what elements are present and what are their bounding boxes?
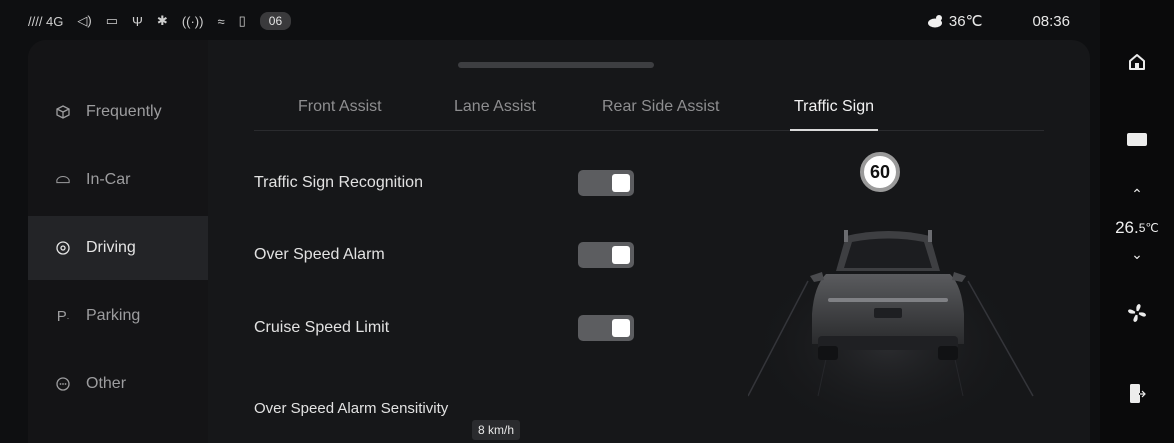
toggle-knob: [612, 319, 630, 337]
tab-traffic-sign[interactable]: Traffic Sign: [789, 98, 879, 131]
toggle-knob: [612, 246, 630, 264]
menu-item-parking[interactable]: P. Parking: [28, 284, 208, 348]
traffic-sign-recognition-toggle[interactable]: [578, 170, 634, 196]
exit-button[interactable]: [1100, 380, 1174, 408]
screen-icon: [1127, 133, 1147, 146]
weather-icon: [927, 15, 942, 28]
menu-item-label: In-Car: [86, 171, 131, 188]
menu-item-frequently[interactable]: Frequently: [28, 80, 208, 144]
climate-temp-value: 26.: [1115, 218, 1139, 237]
wifi-icon: ≈: [217, 13, 225, 29]
status-bar: //// 4G ◁) ▭ Ψ ✱ ((·)) ≈ ▯ 06 36℃ 08:36: [0, 0, 1090, 40]
settings-panel: Frequently In-Car Driving P. Parking Oth…: [28, 40, 1090, 443]
hotspot-icon: ((·)): [181, 13, 204, 29]
menu-item-label: Frequently: [86, 103, 162, 120]
panel-drag-handle[interactable]: [458, 62, 654, 68]
screen-button[interactable]: [1100, 128, 1174, 152]
right-control-rail: ⌃ 26. 5℃ ⌄: [1100, 0, 1174, 443]
phone-icon: ▯: [238, 13, 246, 28]
temp-up-button[interactable]: ⌃: [1100, 186, 1174, 202]
car-rear-image: [748, 230, 1034, 431]
usb-icon: Ψ: [132, 13, 143, 29]
over-speed-alarm-toggle[interactable]: [578, 242, 634, 268]
over-speed-alarm-label: Over Speed Alarm: [254, 246, 385, 263]
menu-item-label: Driving: [86, 239, 136, 256]
fan-icon: [1128, 304, 1146, 322]
temp-down-button[interactable]: ⌄: [1100, 246, 1174, 262]
home-icon: [1129, 54, 1145, 70]
cube-icon: [56, 105, 70, 119]
home-button[interactable]: [1100, 48, 1174, 76]
bluetooth-icon: ✱: [156, 13, 168, 28]
menu-item-driving[interactable]: Driving: [28, 216, 208, 280]
tab-bar: Front Assist Lane Assist Rear Side Assis…: [254, 90, 1044, 131]
menu-item-other[interactable]: Other: [28, 352, 208, 416]
fan-button[interactable]: [1100, 300, 1174, 326]
car-outline-icon: [56, 173, 70, 187]
signal-indicator: //// 4G: [28, 13, 64, 29]
media-icon: ▭: [105, 13, 119, 28]
cruise-speed-limit-label: Cruise Speed Limit: [254, 319, 390, 336]
climate-temp-unit: 5℃: [1138, 221, 1159, 235]
tab-front-assist[interactable]: Front Assist: [298, 98, 382, 116]
menu-item-in-car[interactable]: In-Car: [28, 148, 208, 212]
side-menu: Frequently In-Car Driving P. Parking Oth…: [28, 40, 208, 443]
chevron-down-icon: ⌄: [1131, 245, 1143, 262]
toggle-knob: [612, 174, 630, 192]
car-illustration: 60: [748, 146, 1038, 436]
over-speed-alarm-sensitivity-label: Over Speed Alarm Sensitivity: [254, 400, 449, 417]
menu-item-label: Other: [86, 375, 127, 392]
chevron-up-icon: ⌃: [1131, 185, 1143, 202]
sensitivity-value-tooltip: 8 km/h: [472, 420, 521, 440]
notification-badge[interactable]: 06: [259, 12, 292, 30]
clock: 08:36: [1032, 12, 1070, 30]
tab-lane-assist[interactable]: Lane Assist: [454, 98, 536, 116]
exit-icon: [1130, 384, 1147, 403]
weather-temp: 36℃: [948, 13, 983, 30]
more-icon: [56, 377, 70, 391]
climate-temperature: 26. 5℃: [1100, 216, 1174, 240]
traffic-sign-recognition-label: Traffic Sign Recognition: [254, 174, 423, 191]
menu-item-label: Parking: [86, 307, 141, 324]
weather-indicator: 36℃: [927, 12, 983, 30]
cruise-speed-limit-toggle[interactable]: [578, 315, 634, 341]
tab-rear-side-assist[interactable]: Rear Side Assist: [602, 98, 719, 116]
steering-wheel-icon: [56, 241, 70, 255]
volume-icon: ◁): [77, 13, 92, 28]
parking-icon: P.: [56, 307, 70, 325]
